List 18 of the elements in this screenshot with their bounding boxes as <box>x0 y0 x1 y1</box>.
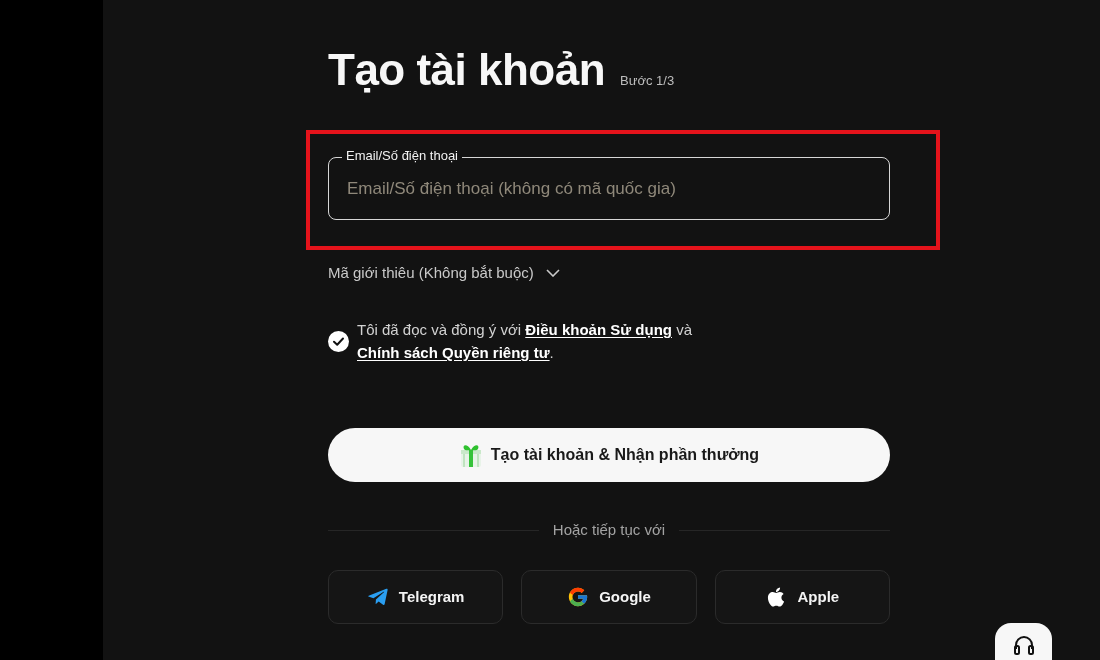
divider-label: Hoặc tiếp tục với <box>552 520 666 540</box>
g-logo-icon <box>567 586 590 608</box>
paper-plane-icon <box>366 586 389 608</box>
create-account-button[interactable]: Tạo tài khoản & Nhận phần thưởng <box>328 428 890 482</box>
social-login-button[interactable]: Telegram <box>328 570 504 624</box>
policy-link[interactable]: Chính sách Quyền riêng tư <box>357 344 550 361</box>
field-label: Email/Số điện thoại <box>342 148 462 164</box>
checkbox[interactable] <box>328 330 349 352</box>
page-title: Tạo tài khoản <box>328 44 606 96</box>
social-login-button[interactable]: Google <box>521 570 697 624</box>
gift-icon <box>458 442 483 468</box>
support-button[interactable] <box>995 623 1052 660</box>
consent-text: Tôi đã đọc và đồng ý với Điều khoản Sử dụng và Chính sách Quyền riêng tư. <box>357 320 693 363</box>
headset-icon <box>1012 635 1035 655</box>
referral-code-toggle[interactable]: Mã giới thiêu (Không bắt buộc) <box>328 263 560 283</box>
step-indicator: Bước 1/3 <box>620 72 675 90</box>
policy-link[interactable]: Điều khoản Sử dụng <box>525 321 672 338</box>
social-login-button[interactable]: Apple <box>714 570 890 624</box>
